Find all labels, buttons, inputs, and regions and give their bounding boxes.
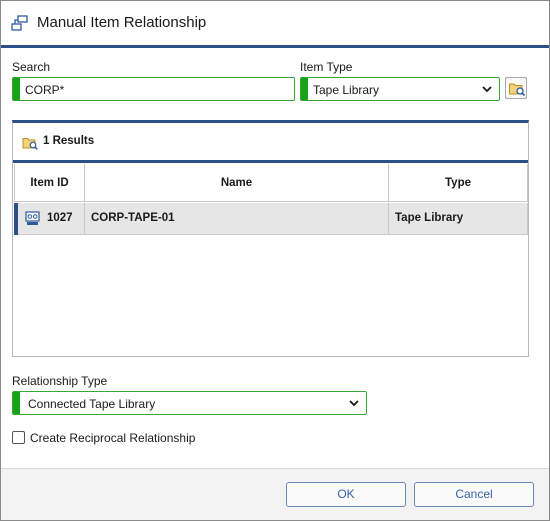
search-input[interactable]: CORP*	[12, 77, 295, 101]
manual-item-relationship-dialog: Manual Item Relationship Search CORP* It…	[0, 0, 550, 521]
chevron-down-icon	[481, 82, 493, 96]
item-type-value: Tape Library	[313, 83, 380, 97]
results-panel: 1 Results Item ID Name Type 1027 CORP-TA…	[12, 120, 529, 357]
results-header: 1 Results	[13, 123, 528, 161]
dialog-title: Manual Item Relationship	[37, 14, 207, 31]
relationship-type-label: Relationship Type	[12, 374, 108, 388]
search-label: Search	[12, 60, 51, 74]
reciprocal-checkbox[interactable]	[12, 431, 25, 444]
folder-search-icon	[509, 83, 526, 97]
table-header: Item ID Name Type	[14, 164, 528, 202]
selected-row-marker	[14, 203, 18, 235]
column-header-name[interactable]: Name	[85, 164, 389, 202]
table-row[interactable]: 1027 CORP-TAPE-01 Tape Library	[14, 203, 528, 235]
column-header-item-id[interactable]: Item ID	[14, 164, 85, 202]
cell-name: CORP-TAPE-01	[85, 203, 389, 235]
dialog-footer: OK Cancel	[1, 468, 549, 520]
relationship-type-select[interactable]: Connected Tape Library	[12, 391, 367, 415]
relationship-icon	[11, 15, 28, 31]
item-type-select[interactable]: Tape Library	[300, 77, 500, 101]
relationship-type-value: Connected Tape Library	[28, 397, 156, 411]
valid-marker	[13, 392, 20, 414]
results-divider	[13, 160, 528, 163]
column-header-type[interactable]: Type	[389, 164, 528, 202]
valid-marker	[301, 78, 308, 100]
title-bar: Manual Item Relationship	[1, 1, 549, 45]
chevron-down-icon	[348, 396, 360, 410]
valid-marker	[13, 78, 20, 100]
item-type-label: Item Type	[300, 60, 353, 74]
search-input-value: CORP*	[25, 83, 65, 97]
reciprocal-label[interactable]: Create Reciprocal Relationship	[30, 431, 195, 445]
cell-item-id: 1027	[41, 203, 85, 235]
results-count: 1 Results	[43, 135, 95, 147]
title-divider	[1, 45, 549, 48]
tape-library-icon	[25, 211, 40, 229]
cancel-button[interactable]: Cancel	[414, 482, 534, 507]
folder-search-icon	[22, 135, 38, 154]
cell-type: Tape Library	[389, 203, 528, 235]
item-type-browse-button[interactable]	[505, 77, 527, 99]
ok-button[interactable]: OK	[286, 482, 406, 507]
